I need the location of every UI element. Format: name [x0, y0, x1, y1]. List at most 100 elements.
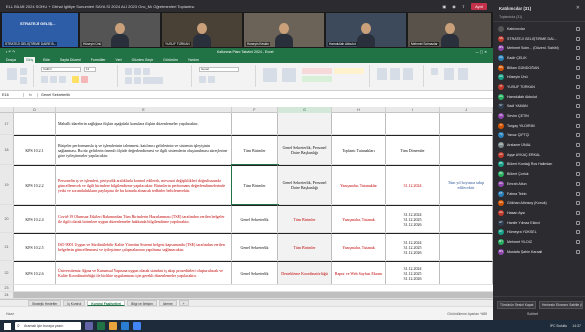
row-header[interactable]: 21 — [0, 233, 14, 260]
participant-item[interactable]: HÜ Hüseyin Ünü — [493, 72, 585, 82]
table-cell[interactable]: Genel Sekreterlik — [232, 261, 278, 284]
video-tile[interactable]: Hüseyin Ünü — [80, 13, 160, 47]
cell-style-bad[interactable] — [302, 68, 332, 74]
autosum-icon[interactable] — [431, 68, 438, 75]
table-cell[interactable]: KPS 10.2.4 — [14, 205, 56, 232]
find-select-icon[interactable] — [458, 68, 468, 80]
underline-icon[interactable] — [59, 76, 66, 83]
table-cell[interactable]: Destekleme Koordinatörlüğü — [278, 261, 332, 284]
table-cell[interactable]: Tüm Birimler — [278, 233, 332, 260]
participant-item[interactable]: KÇ Kadir ÇELİK — [493, 53, 585, 63]
table-cell[interactable]: Yazışmalar, Tutanaklar — [332, 165, 386, 204]
video-tile[interactable]: Mehmet Solmazlar — [408, 13, 491, 47]
table-cell[interactable]: Toplantı Tutanakları — [332, 135, 386, 164]
clock[interactable]: 14:37 — [572, 324, 581, 328]
format-table-icon[interactable] — [282, 68, 296, 82]
participant-item[interactable]: SY Sadi YAMAN — [493, 102, 585, 112]
align-middle-icon[interactable] — [134, 68, 141, 75]
row-header[interactable]: 20 — [0, 205, 14, 232]
participant-item[interactable]: MS Mehmet Solm... (Düzenl. Sahibi) — [493, 43, 585, 53]
cell-style-neutral[interactable] — [334, 68, 364, 74]
table-cell[interactable]: Tüm Dönemler — [386, 135, 440, 164]
participant-item[interactable]: AÜ Arslaner ÜNAL — [493, 140, 585, 150]
participant-item[interactable]: EA Emrah Altun — [493, 179, 585, 189]
participant-item[interactable]: SÇ Sevim ÇETİN — [493, 111, 585, 121]
row-header[interactable]: 19 — [0, 165, 14, 204]
font-size-select[interactable]: 11 — [84, 67, 96, 72]
teams-app-icon[interactable] — [85, 322, 93, 330]
table-cell[interactable]: Üniversitemiz Ağına ve Kurumsal Yapısına… — [56, 261, 232, 284]
fx-icon[interactable]: fx — [24, 92, 38, 97]
fill-color-icon[interactable] — [72, 76, 79, 83]
table-cell[interactable]: Yazışmalar, Tutanak — [332, 233, 386, 260]
zoom-level[interactable]: Görüntüleme Ayarları %85 — [447, 312, 487, 316]
row-header[interactable]: 17 — [0, 113, 14, 134]
video-tile[interactable]: Hamdullah Akbulut — [326, 13, 406, 47]
italic-icon[interactable] — [50, 76, 57, 83]
format-cells-icon[interactable] — [403, 68, 413, 80]
formula-input[interactable]: Genel Sekreterlik — [38, 93, 70, 97]
table-cell[interactable]: KPS 10.2.6 — [14, 261, 56, 284]
close-icon[interactable]: ✕ — [576, 5, 580, 11]
participant-item[interactable]: HY Hümeyra YÜKSEL — [493, 227, 585, 237]
table-cell[interactable] — [440, 135, 493, 164]
table-cell[interactable]: Genel Sekreterlik, Personel Daire Başkan… — [278, 165, 332, 204]
participant-item[interactable]: MY Mehmet YILDIZ — [493, 237, 585, 247]
spotlight-button[interactable]: Herkesin Ekranını Sabitle (Dikkat) — [539, 301, 583, 309]
table-cell[interactable] — [386, 113, 440, 134]
participant-item[interactable]: AA Ayşe AYKAÇ ERKAL — [493, 150, 585, 160]
table-cell[interactable]: Tüm Birimler — [231, 164, 279, 205]
video-tile[interactable]: YUSUF TÜRKAN — [162, 13, 242, 47]
percent-icon[interactable] — [208, 76, 215, 83]
table-cell[interactable]: Rapor ve Web Sayfası Ekranı — [332, 261, 386, 284]
table-cell[interactable]: Mahalli idarelerin sağlığına ilişkin aşa… — [56, 113, 232, 134]
table-cell[interactable]: Tüm Birimler — [232, 135, 278, 164]
table-cell[interactable]: Tüm Birimler — [278, 205, 332, 232]
insert-cells-icon[interactable] — [377, 68, 387, 80]
taskbar-search[interactable]: ⌕ Aramak için buraya yazın — [15, 322, 81, 330]
copy-icon[interactable] — [20, 77, 27, 84]
currency-icon[interactable] — [199, 76, 206, 83]
table-cell[interactable]: Personelin iş ve işlemleri, periyodik ar… — [56, 165, 232, 204]
table-cell[interactable]: 31.12.2024 31.12.2025 31.12.2026 — [386, 233, 440, 260]
participant-item[interactable]: GA Gökhan Altınsoy (Konuk) — [493, 198, 585, 208]
table-cell[interactable]: Tüm yıl boyunca takip edilecektir — [440, 165, 493, 204]
mute-all-button[interactable]: Tümünün Sesini Kapat — [497, 301, 537, 309]
wrap-text-icon[interactable] — [143, 68, 150, 75]
table-cell[interactable] — [14, 113, 56, 134]
table-cell[interactable]: KPS 10.2.2 — [14, 165, 56, 204]
table-cell[interactable]: KPS 10.2.1 — [14, 135, 56, 164]
row-header[interactable]: 23 — [0, 285, 14, 291]
font-name-select[interactable]: Calibri — [41, 67, 81, 72]
video-tile[interactable]: Huseyin Keskin — [244, 13, 324, 47]
bold-icon[interactable] — [41, 76, 48, 83]
delete-cells-icon[interactable] — [390, 68, 400, 80]
conditional-format-icon[interactable] — [263, 68, 277, 82]
participant-item[interactable]: BK Bülent Kordağ Ros Halimları — [493, 160, 585, 170]
windows-start-icon[interactable] — [4, 322, 11, 330]
align-center-icon[interactable] — [134, 77, 141, 84]
merge-center-icon[interactable] — [143, 77, 163, 84]
table-cell[interactable]: ISO 9001 Uygun ve Sürdürülebilir Kalite … — [56, 233, 232, 260]
chat-label[interactable]: Sohbet — [527, 312, 538, 316]
font-color-icon[interactable] — [81, 76, 88, 83]
participant-item[interactable]: TY Turgay YILDIRIM — [493, 121, 585, 131]
participant-item[interactable]: HA Hamdullah Akbulut — [493, 92, 585, 102]
table-cell[interactable] — [440, 233, 493, 260]
table-cell[interactable]: Genel Sekreterlik — [232, 205, 278, 232]
explorer-app-icon[interactable] — [109, 322, 117, 330]
window-controls[interactable]: — ▢ ✕ — [475, 50, 487, 54]
chrome-app-icon[interactable] — [133, 322, 141, 330]
participant-item[interactable]: Katılımcılar — [493, 24, 585, 34]
table-cell[interactable]: Bütçeler performansla iş ve işlemlerinin… — [56, 135, 232, 164]
table-cell[interactable] — [440, 205, 493, 232]
number-format-select[interactable]: Genel — [199, 67, 239, 72]
participant-item[interactable]: HA Hasan Aysı — [493, 208, 585, 218]
table-cell[interactable] — [332, 113, 386, 134]
align-left-icon[interactable] — [125, 77, 132, 84]
participant-item[interactable]: FT Fatma Tekin — [493, 189, 585, 199]
participant-item[interactable]: YT YUSUF TÜRKAN — [493, 82, 585, 92]
weather-text[interactable]: İPC Bulutlu — [550, 324, 568, 328]
table-cell[interactable]: Covid-19 Olumsuz Etkileri Bakımından Tüm… — [56, 205, 232, 232]
table-cell[interactable]: Genel Sekreterlik, Personel Daire Başkan… — [278, 135, 332, 164]
